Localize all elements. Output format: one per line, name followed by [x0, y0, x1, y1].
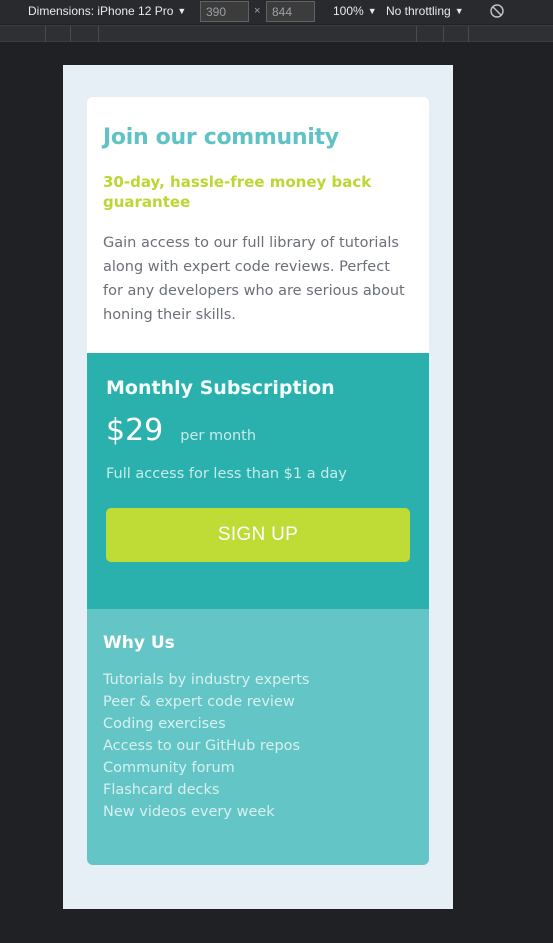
- subscription-heading: Monthly Subscription: [106, 377, 335, 399]
- page-title: Join our community: [103, 125, 339, 150]
- ruler-segment[interactable]: [45, 26, 46, 42]
- subscription-section: Monthly Subscription $29 per month Full …: [87, 353, 429, 609]
- device-viewport: Join our community 30-day, hassle-free m…: [63, 65, 453, 909]
- list-item: Coding exercises: [103, 716, 226, 732]
- ruler-segment[interactable]: [416, 26, 417, 42]
- ruler-segment[interactable]: [70, 26, 71, 42]
- list-item: Access to our GitHub repos: [103, 738, 301, 754]
- zoom-label: 100%: [333, 4, 364, 18]
- why-us-section: Why Us Tutorials by industry experts Pee…: [87, 609, 429, 865]
- ruler-segment[interactable]: [468, 26, 469, 42]
- throttling-label: No throttling: [386, 4, 451, 18]
- intro-description: Gain access to our full library of tutor…: [103, 235, 405, 323]
- chevron-down-icon: ▼: [454, 6, 464, 16]
- list-item: Peer & expert code review: [103, 694, 295, 710]
- list-item: Tutorials by industry experts: [103, 672, 310, 688]
- chevron-down-icon: ▼: [367, 6, 377, 16]
- list-item: Flashcard decks: [103, 782, 220, 798]
- ruler-segment[interactable]: [98, 26, 99, 42]
- devtools-device-toolbar: Dimensions: iPhone 12 Pro ▼ × 100% ▼ No …: [0, 0, 553, 24]
- throttling-dropdown[interactable]: No throttling ▼: [386, 4, 464, 18]
- why-us-heading: Why Us: [103, 633, 175, 653]
- guarantee-subtitle: 30-day, hassle-free money back guarantee: [103, 173, 372, 211]
- pricing-card: Join our community 30-day, hassle-free m…: [87, 97, 429, 865]
- intro-section: Join our community 30-day, hassle-free m…: [87, 97, 429, 353]
- device-width-input[interactable]: [200, 1, 249, 22]
- subscription-tagline: Full access for less than $1 a day: [106, 466, 347, 482]
- list-item: Community forum: [103, 760, 235, 776]
- price-row: $29 per month: [106, 413, 410, 448]
- times-glyph: ×: [254, 5, 261, 17]
- device-dimensions-label: Dimensions: iPhone 12 Pro: [28, 4, 174, 18]
- sign-up-button[interactable]: SIGN UP: [106, 508, 410, 562]
- list-item: New videos every week: [103, 804, 275, 820]
- rotate-icon[interactable]: [489, 3, 505, 19]
- price-amount: $29: [106, 413, 164, 448]
- device-height-input[interactable]: [266, 1, 315, 22]
- media-query-ruler: [0, 25, 553, 42]
- zoom-dropdown[interactable]: 100% ▼: [333, 4, 377, 18]
- why-us-list: Tutorials by industry experts Peer & exp…: [103, 669, 413, 823]
- ruler-segment[interactable]: [443, 26, 444, 42]
- price-period: per month: [180, 428, 257, 444]
- device-dimensions-dropdown[interactable]: Dimensions: iPhone 12 Pro ▼: [28, 4, 186, 18]
- chevron-down-icon: ▼: [177, 6, 187, 16]
